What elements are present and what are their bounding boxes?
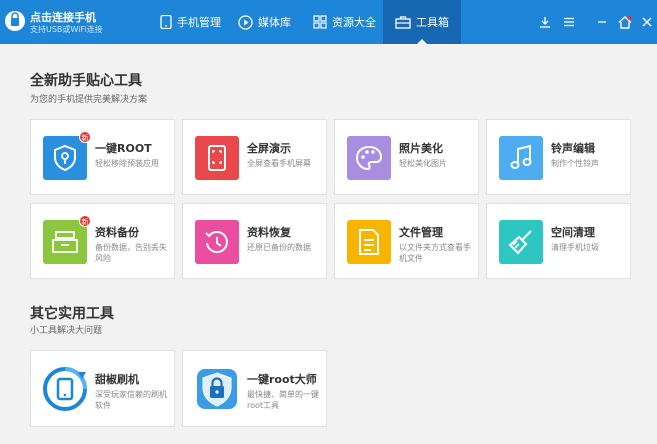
toolbox-icon: [395, 16, 411, 29]
new-badge: 新: [79, 215, 91, 227]
tool-title: 资料备份: [95, 226, 139, 239]
tab-label: 媒体库: [258, 16, 291, 29]
connect-phone-button[interactable]: 点击连接手机 支持USB或WiFi连接: [0, 0, 150, 44]
tool-title: 一键ROOT: [95, 142, 152, 155]
lock-shield-icon: [193, 365, 241, 413]
tool-description: 轻松美化图片: [399, 159, 447, 168]
tool-title: 资料恢复: [247, 226, 291, 239]
tool-description: 深受玩家信赖的刷机软件: [95, 390, 167, 410]
tab-label: 手机管理: [177, 16, 221, 29]
close-icon: [642, 17, 652, 27]
new-badge: 新: [79, 131, 91, 143]
tool-title: 一键root大师: [247, 373, 317, 386]
tool-description: 最快捷、简单的一键root工具: [247, 390, 319, 410]
tool-card-space-cleanup[interactable]: 空间清理 清理手机垃圾: [486, 203, 631, 279]
connect-phone-title: 点击连接手机: [30, 11, 96, 24]
music-note-icon: [499, 136, 543, 180]
tool-title: 文件管理: [399, 226, 443, 239]
title-bar: 点击连接手机 支持USB或WiFi连接 手机管理 媒体库 资源大全 工具箱: [0, 0, 657, 44]
close-button[interactable]: [637, 0, 657, 44]
tab-resources[interactable]: 资源大全: [307, 0, 383, 44]
tool-description: 清理手机垃圾: [551, 243, 599, 252]
tool-title: 全屏演示: [247, 142, 291, 155]
section-title: 其它实用工具: [30, 306, 114, 322]
tab-label: 工具箱: [416, 16, 449, 29]
minimize-icon: [598, 21, 606, 23]
section-subtitle: 为您的手机提供完美解决方案: [30, 95, 148, 105]
restore-clock-icon: [195, 220, 239, 264]
tab-toolbox[interactable]: 工具箱: [383, 0, 461, 44]
home-icon: [618, 15, 632, 29]
connect-phone-icon: [5, 11, 25, 31]
tool-card-photo-beautify[interactable]: 照片美化 轻松美化图片: [334, 119, 479, 195]
section-title: 全新助手贴心工具: [30, 73, 142, 89]
tool-description: 轻松移除预装应用: [95, 159, 159, 168]
tool-card-ringtone-edit[interactable]: 铃声编辑 制作个性铃声: [486, 119, 631, 195]
refresh-phone-icon: [41, 365, 89, 413]
broom-icon: [499, 220, 543, 264]
tool-description: 全屏查看手机屏幕: [247, 159, 311, 168]
tool-title: 照片美化: [399, 142, 443, 155]
tool-title: 铃声编辑: [551, 142, 595, 155]
play-icon: [238, 14, 253, 30]
download-button[interactable]: [534, 0, 556, 44]
tool-title: 甜椒刷机: [95, 373, 139, 386]
menu-icon: [564, 17, 574, 27]
tool-card-fullscreen[interactable]: 全屏演示 全屏查看手机屏幕: [182, 119, 327, 195]
tool-card-one-key-root-master[interactable]: 一键root大师 最快捷、简单的一键root工具: [182, 350, 327, 427]
tool-description: 备份数据，告别丢失风险: [95, 243, 167, 263]
home-button[interactable]: [614, 0, 636, 44]
tool-title: 空间清理: [551, 226, 595, 239]
phone-icon: [160, 15, 172, 29]
shield-key-icon: [43, 136, 87, 180]
tool-description: 制作个性铃声: [551, 159, 599, 168]
tab-label: 资源大全: [332, 16, 376, 29]
tool-card-one-key-root[interactable]: 新 一键ROOT 轻松移除预装应用: [30, 119, 175, 195]
tool-card-data-restore[interactable]: 资料恢复 还原已备份的数据: [182, 203, 327, 279]
connect-phone-subtitle: 支持USB或WiFi连接: [30, 25, 103, 34]
document-icon: [347, 220, 391, 264]
menu-button[interactable]: [558, 0, 580, 44]
tool-card-file-manager[interactable]: 文件管理 以文件夹方式查看手机文件: [334, 203, 479, 279]
tool-description: 还原已备份的数据: [247, 243, 311, 252]
download-icon: [540, 17, 550, 28]
grid-icon: [313, 15, 327, 29]
tool-card-tianjiao-flash[interactable]: 甜椒刷机 深受玩家信赖的刷机软件: [30, 350, 175, 427]
palette-icon: [347, 136, 391, 180]
tab-phone-management[interactable]: 手机管理: [150, 0, 232, 44]
tab-media-library[interactable]: 媒体库: [232, 0, 307, 44]
tool-description: 以文件夹方式查看手机文件: [399, 243, 471, 263]
tool-card-data-backup[interactable]: 新 资料备份 备份数据，告别丢失风险: [30, 203, 175, 279]
fullscreen-phone-icon: [195, 136, 239, 180]
section-subtitle: 小工具解决大问题: [30, 326, 103, 336]
archive-box-icon: [43, 220, 87, 264]
minimize-button[interactable]: [592, 0, 612, 44]
